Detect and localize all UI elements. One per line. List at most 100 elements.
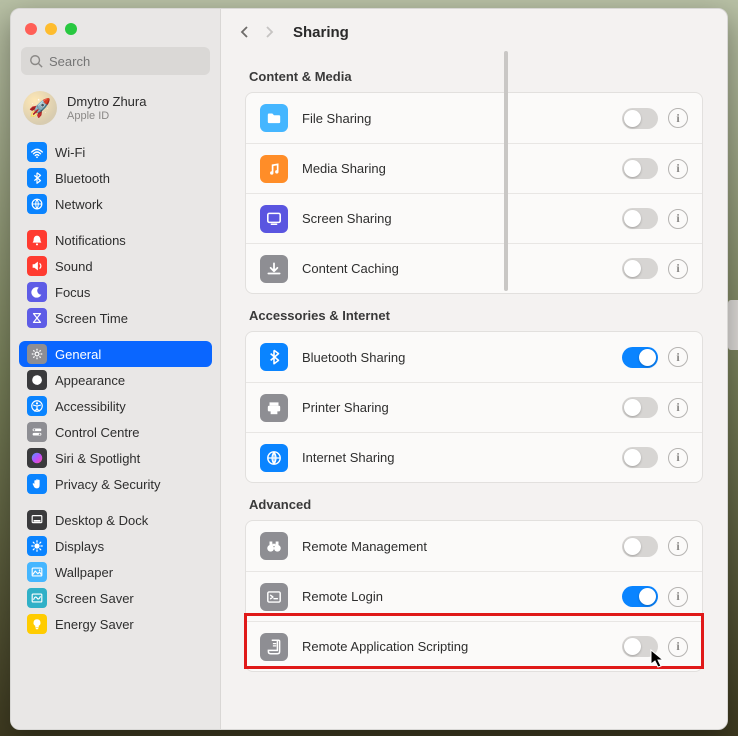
setting-row-file-sharing: File Sharingi (246, 93, 702, 143)
setting-row-content-caching: Content Caching i (246, 243, 702, 293)
sidebar-item-bluetooth[interactable]: Bluetooth (19, 165, 212, 191)
account-row[interactable]: 🚀 Dmytro Zhura Apple ID (11, 83, 220, 135)
toggle-printer-sharing[interactable] (622, 397, 658, 418)
sidebar-item-wallpaper[interactable]: Wallpaper (19, 559, 212, 585)
switches-icon (27, 422, 47, 442)
toggle-bluetooth-sharing[interactable] (622, 347, 658, 368)
setting-label: Screen Sharing (302, 211, 608, 226)
sidebar-item-control-centre[interactable]: Control Centre (19, 419, 212, 445)
sidebar: 🚀 Dmytro Zhura Apple ID Wi-Fi Bluetooth Ne… (11, 9, 221, 729)
fullscreen-window-button[interactable] (65, 23, 77, 35)
info-button-remote-application-scripting[interactable]: i (668, 637, 688, 657)
main-pane: Sharing Content & MediaFile SharingiMedi… (221, 9, 727, 729)
sidebar-item-accessibility[interactable]: Accessibility (19, 393, 212, 419)
bluetooth-icon (27, 168, 47, 188)
sidebar-item-notifications[interactable]: Notifications (19, 227, 212, 253)
toggle-screen-sharing[interactable] (622, 208, 658, 229)
window-controls (11, 9, 220, 47)
info-button-content-caching[interactable]: i (668, 259, 688, 279)
info-button-file-sharing[interactable]: i (668, 108, 688, 128)
sidebar-item-desktop-dock[interactable]: Desktop & Dock (19, 507, 212, 533)
toggle-file-sharing[interactable] (622, 108, 658, 129)
bluetooth-icon (260, 343, 288, 371)
info-button-printer-sharing[interactable]: i (668, 398, 688, 418)
section-title: Content & Media (249, 69, 703, 84)
setting-controls: i (622, 347, 688, 368)
info-button-remote-management[interactable]: i (668, 536, 688, 556)
sidebar-item-label: General (55, 347, 101, 362)
sidebar-item-general[interactable]: General (19, 341, 212, 367)
search-input[interactable] (21, 47, 210, 75)
toggle-remote-application-scripting[interactable] (622, 636, 658, 657)
info-button-screen-sharing[interactable]: i (668, 209, 688, 229)
sidebar-item-label: Accessibility (55, 399, 126, 414)
search-container (11, 47, 220, 83)
sidebar-item-focus[interactable]: Focus (19, 279, 212, 305)
sidebar-item-energy-saver[interactable]: Energy Saver (19, 611, 212, 637)
accessibility-icon (27, 396, 47, 416)
siri-icon (27, 448, 47, 468)
moon-icon (27, 282, 47, 302)
sidebar-item-siri-spotlight[interactable]: Siri & Spotlight (19, 445, 212, 471)
avatar-emoji: 🚀 (29, 98, 51, 119)
sidebar-item-network[interactable]: Network (19, 191, 212, 217)
setting-label: Remote Management (302, 539, 608, 554)
download-icon (260, 255, 288, 283)
forward-button[interactable] (263, 26, 275, 38)
sidebar-item-screen-time[interactable]: Screen Time (19, 305, 212, 331)
sidebar-item-label: Displays (55, 539, 104, 554)
globe-icon (260, 444, 288, 472)
setting-controls: i (622, 258, 688, 279)
sidebar-item-label: Control Centre (55, 425, 140, 440)
sidebar-item-label: Desktop & Dock (55, 513, 148, 528)
music-icon (260, 155, 288, 183)
sidebar-item-displays[interactable]: Displays (19, 533, 212, 559)
page-title: Sharing (293, 24, 349, 41)
printer-icon (260, 394, 288, 422)
content-scroll[interactable]: Content & MediaFile SharingiMedia Sharin… (221, 55, 727, 729)
setting-label: Media Sharing (302, 161, 608, 176)
setting-row-internet-sharing: Internet Sharing i (246, 432, 702, 482)
avatar: 🚀 (23, 91, 57, 125)
search-icon (29, 54, 43, 68)
sidebar-item-label: Focus (55, 285, 90, 300)
binoculars-icon (260, 532, 288, 560)
info-button-bluetooth-sharing[interactable]: i (668, 347, 688, 367)
account-name: Dmytro Zhura (67, 94, 146, 110)
sidebar-item-appearance[interactable]: Appearance (19, 367, 212, 393)
info-button-media-sharing[interactable]: i (668, 159, 688, 179)
hand-icon (27, 474, 47, 494)
info-button-remote-login[interactable]: i (668, 587, 688, 607)
sidebar-item-label: Notifications (55, 233, 126, 248)
setting-row-remote-application-scripting: Remote Application Scriptingi (246, 621, 702, 671)
setting-label: Content Caching (302, 261, 608, 276)
toggle-remote-login[interactable] (622, 586, 658, 607)
terminal-icon (260, 583, 288, 611)
settings-window: 🚀 Dmytro Zhura Apple ID Wi-Fi Bluetooth Ne… (10, 8, 728, 730)
toggle-remote-management[interactable] (622, 536, 658, 557)
sidebar-item-screen-saver[interactable]: Screen Saver (19, 585, 212, 611)
toggle-internet-sharing[interactable] (622, 447, 658, 468)
setting-row-media-sharing: Media Sharing i (246, 143, 702, 193)
sidebar-item-label: Wallpaper (55, 565, 113, 580)
setting-controls: i (622, 586, 688, 607)
sidebar-nav: Wi-Fi Bluetooth Network Notifications Sound F… (11, 135, 220, 729)
sidebar-item-label: Network (55, 197, 103, 212)
sidebar-item-label: Wi-Fi (55, 145, 85, 160)
toggle-media-sharing[interactable] (622, 158, 658, 179)
screensaver-icon (27, 588, 47, 608)
info-button-internet-sharing[interactable]: i (668, 448, 688, 468)
sidebar-item-sound[interactable]: Sound (19, 253, 212, 279)
account-subtitle: Apple ID (67, 110, 146, 122)
toggle-content-caching[interactable] (622, 258, 658, 279)
close-window-button[interactable] (25, 23, 37, 35)
sidebar-item-wi-fi[interactable]: Wi-Fi (19, 139, 212, 165)
section-title: Advanced (249, 497, 703, 512)
back-button[interactable] (239, 26, 251, 38)
setting-label: Internet Sharing (302, 450, 608, 465)
setting-row-screen-sharing: Screen Sharing i (246, 193, 702, 243)
sidebar-item-privacy-security[interactable]: Privacy & Security (19, 471, 212, 497)
sidebar-scrollbar[interactable] (504, 51, 508, 291)
minimize-window-button[interactable] (45, 23, 57, 35)
bulb-icon (27, 614, 47, 634)
